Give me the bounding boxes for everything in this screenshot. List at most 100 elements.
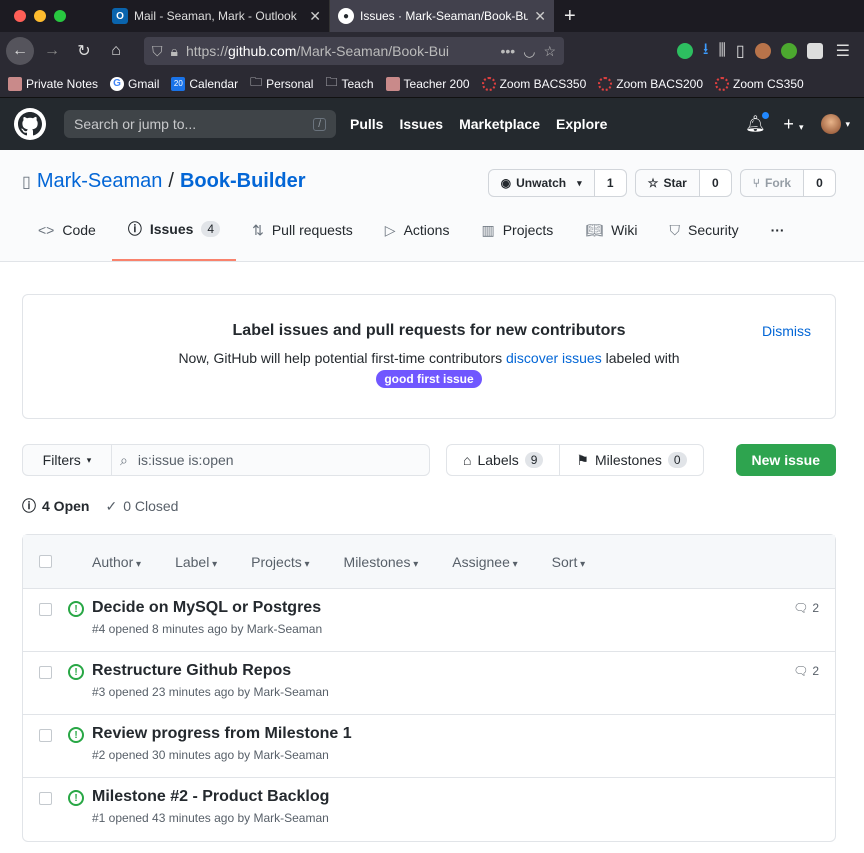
bookmark-calendar[interactable]: 20 Calendar (171, 76, 238, 91)
assignee-filter[interactable]: Assignee (452, 554, 517, 570)
calendar-icon: 20 (171, 76, 186, 91)
reload-button[interactable]: ↻ (70, 37, 98, 65)
minimize-window-button[interactable] (34, 10, 46, 22)
nav-pulls[interactable]: Pulls (350, 116, 383, 132)
tab-security[interactable]: ⛉ Security (654, 213, 755, 261)
labels-milestones-group: ⌂ Labels 9 ⚑ Milestones 0 (446, 444, 704, 476)
discover-issues-link[interactable]: discover issues (506, 350, 602, 366)
user-avatar-menu[interactable]: ▾ (821, 114, 850, 134)
new-tab-button[interactable]: + (564, 5, 576, 28)
milestones-button[interactable]: ⚑ Milestones 0 (559, 445, 702, 475)
nav-issues[interactable]: Issues (399, 116, 443, 132)
tab-code[interactable]: <> Code (22, 213, 112, 261)
bookmark-zoom-bacs200[interactable]: Zoom BACS200 (598, 76, 703, 91)
bookmark-star-icon[interactable]: ☆ (543, 43, 556, 60)
fork-button[interactable]: ⑂ Fork (739, 169, 804, 197)
library-icon[interactable]: ⫼ (718, 42, 725, 60)
tab-projects[interactable]: ▥ Projects (465, 213, 569, 261)
tab-pull-requests[interactable]: ⇅ Pull requests (236, 213, 369, 261)
github-header: Search or jump to... / Pulls Issues Mark… (0, 98, 864, 150)
issue-checkbox[interactable] (39, 792, 52, 805)
repo-name-link[interactable]: Book-Builder (180, 170, 306, 193)
tab-issues[interactable]: ⓘ Issues 4 (111, 213, 237, 261)
browser-tab-bar: O Mail - Seaman, Mark - Outlook ✕ ● Issu… (0, 0, 864, 32)
book-icon: 📖︎ (585, 221, 604, 238)
labels-button[interactable]: ⌂ Labels 9 (447, 445, 559, 475)
issue-checkbox[interactable] (39, 729, 52, 742)
issue-title-link[interactable]: Restructure Github Repos (92, 662, 329, 680)
issue-title-link[interactable]: Decide on MySQL or Postgres (92, 599, 322, 617)
tab-wiki[interactable]: 📖︎ Wiki (569, 213, 653, 261)
issue-title-link[interactable]: Milestone #2 - Product Backlog (92, 788, 329, 806)
more-actions-icon[interactable]: ••• (501, 43, 516, 59)
milestones-filter[interactable]: Milestones (344, 554, 419, 570)
bookmark-teach[interactable]: 🗀 Teach (325, 73, 373, 94)
star-count[interactable]: 0 (699, 169, 732, 197)
issues-search-input[interactable]: ⌕ is:issue is:open (112, 444, 430, 476)
issue-opened-icon: ! (68, 727, 84, 743)
zoom-icon (598, 76, 613, 91)
projects-filter[interactable]: Projects (251, 554, 309, 570)
github-icon: ● (338, 8, 354, 24)
milestone-icon: ⚑ (576, 451, 589, 468)
sidebar-icon[interactable]: ▯ (736, 41, 745, 61)
good-first-issue-label[interactable]: good first issue (376, 370, 482, 388)
select-all-checkbox[interactable] (39, 555, 52, 568)
url-text[interactable]: https://github.com/Mark-Seaman/Book-Bui (186, 43, 493, 59)
dismiss-link[interactable]: Dismiss (762, 323, 811, 339)
bookmark-zoom-cs350[interactable]: Zoom CS350 (715, 76, 804, 91)
pocket-icon[interactable]: ◡ (523, 43, 535, 60)
grammarly-icon[interactable] (780, 43, 797, 59)
browser-tab-github[interactable]: ● Issues · Mark-Seaman/Book-Bu ✕ (330, 0, 554, 32)
comments-link[interactable]: 🗨︎ 2 (793, 601, 819, 615)
sort-filter[interactable]: Sort (552, 554, 586, 570)
repo-owner-link[interactable]: Mark-Seaman (37, 170, 163, 193)
unwatch-button[interactable]: ◉ Unwatch ▾ (487, 169, 595, 197)
watch-count[interactable]: 1 (594, 169, 627, 197)
github-logo-icon[interactable] (14, 108, 46, 140)
browser-tab-outlook[interactable]: O Mail - Seaman, Mark - Outlook ✕ (104, 0, 330, 32)
close-tab-icon[interactable]: ✕ (534, 8, 546, 25)
closed-issues-link[interactable]: ✓ 0 Closed (105, 498, 178, 515)
bookmark-personal[interactable]: 🗀 Personal (250, 73, 313, 94)
home-button[interactable]: ⌂ (102, 37, 130, 65)
bookmark-teacher-200[interactable]: Teacher 200 (385, 76, 470, 91)
tab-actions[interactable]: ▷ Actions (369, 213, 466, 261)
download-icon[interactable]: ⭳ (703, 38, 709, 65)
tabs-more-button[interactable]: ··· (755, 213, 801, 261)
evernote-icon[interactable] (676, 43, 693, 59)
author-filter[interactable]: Author (92, 554, 141, 570)
notifications-bell-icon[interactable]: 🔔︎ (745, 112, 770, 134)
label-filter[interactable]: Label (175, 554, 217, 570)
url-bar[interactable]: ⛉ 🔒︎ https://github.com/Mark-Seaman/Book… (144, 37, 564, 65)
comments-link[interactable]: 🗨︎ 2 (793, 664, 819, 678)
issue-checkbox[interactable] (39, 603, 52, 616)
close-window-button[interactable] (14, 10, 26, 22)
new-issue-button[interactable]: New issue (735, 444, 836, 476)
repo-title: ▯ Mark-Seaman / Book-Builder (22, 170, 306, 193)
bookmark-private-notes[interactable]: Private Notes (8, 76, 98, 91)
fork-count[interactable]: 0 (804, 169, 836, 197)
bookmark-gmail[interactable]: G Gmail (110, 76, 159, 91)
star-button[interactable]: ☆ Star (634, 169, 700, 197)
zoom-icon (481, 76, 496, 91)
bookmark-zoom-bacs350[interactable]: Zoom BACS350 (481, 76, 586, 91)
back-button[interactable]: ← (6, 37, 34, 65)
close-tab-icon[interactable]: ✕ (309, 8, 321, 25)
github-search-input[interactable]: Search or jump to... / (64, 110, 336, 138)
forward-button[interactable]: → (38, 37, 66, 65)
code-extension-icon[interactable] (806, 43, 823, 59)
shield-icon[interactable]: ⛉ (152, 43, 163, 60)
issue-opened-icon: ⓘ (127, 221, 142, 237)
create-new-plus-icon[interactable]: + ▾ (783, 114, 803, 135)
nav-explore[interactable]: Explore (556, 116, 607, 132)
issue-title-link[interactable]: Review progress from Milestone 1 (92, 725, 352, 743)
nav-marketplace[interactable]: Marketplace (459, 116, 540, 132)
menu-icon[interactable]: ☰ (836, 41, 850, 61)
maximize-window-button[interactable] (54, 10, 66, 22)
issue-checkbox[interactable] (39, 666, 52, 679)
account-avatar-icon[interactable] (754, 43, 771, 59)
issues-counter: 4 (201, 221, 221, 237)
filters-button[interactable]: Filters ▾ (22, 444, 112, 476)
open-issues-link[interactable]: ⓘ 4 Open (22, 496, 89, 516)
